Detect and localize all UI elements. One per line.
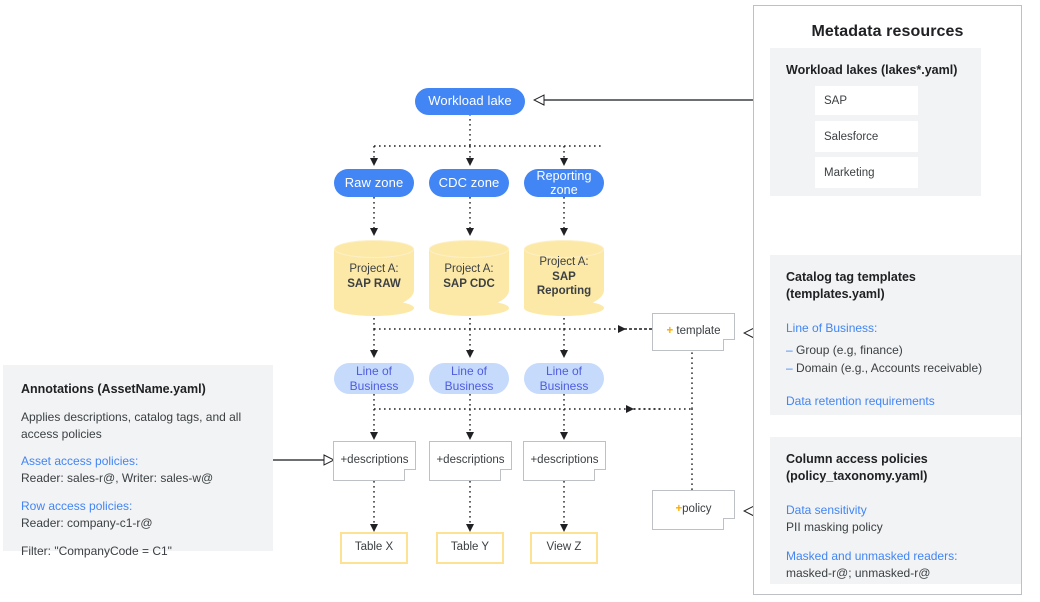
column-access-policies-title-line1: Column access policies	[786, 452, 928, 466]
workload-lake-item-salesforce[interactable]: Salesforce	[815, 121, 918, 152]
node-line-of-business-1[interactable]: Line of Business	[334, 363, 414, 394]
masked-unmasked-readers-heading: Masked and unmasked readers:	[786, 549, 958, 564]
workload-lakes-title: Workload lakes (lakes*.yaml)	[786, 63, 958, 77]
panel-column-access-policies: Column access policies (policy_taxonomy.…	[770, 437, 1021, 584]
note-add-template[interactable]: + template	[652, 313, 735, 351]
node-project-sap-cdc-label: Project A: SAP CDC	[443, 256, 495, 292]
node-raw-zone[interactable]: Raw zone	[334, 169, 414, 197]
panel-annotations-intro: Applies descriptions, catalog tags, and …	[21, 409, 242, 441]
note-add-descriptions-2[interactable]: +descriptions	[429, 441, 512, 481]
node-reporting-zone-label: Reporting zone	[536, 168, 592, 197]
panel-annotations-title: Annotations (AssetName.yaml)	[21, 382, 206, 396]
metadata-resources-heading: Metadata resources	[811, 23, 964, 40]
node-line-of-business-2-label: Line of Business	[444, 363, 494, 393]
note-add-policy-label: +policy	[675, 503, 711, 516]
line-of-business-item-group-text: Group (e.g, finance)	[796, 342, 903, 357]
row-filter-value: Filter: "CompanyCode = C1"	[21, 543, 172, 558]
asset-access-policies-value: Reader: sales-r@, Writer: sales-w@	[21, 471, 214, 486]
node-table-x-label: Table X	[354, 541, 394, 554]
node-line-of-business-1-label: Line of Business	[349, 363, 399, 393]
bullet-dash-icon: –	[786, 361, 793, 376]
line-of-business-item-group: – Group (e.g, finance)	[786, 342, 1005, 359]
row-access-policies-heading: Row access policies:	[21, 499, 133, 514]
row-access-policies-value: Reader: company-c1-r@	[21, 515, 153, 530]
node-project-sap-cdc[interactable]: Project A: SAP CDC	[429, 240, 509, 316]
node-cdc-zone-label: CDC zone	[438, 174, 500, 190]
line-of-business-item-domain: – Domain (e.g., Accounts receivable)	[786, 360, 1005, 377]
node-line-of-business-3[interactable]: Line of Business	[524, 363, 604, 394]
note-template-text: template	[673, 325, 721, 338]
node-reporting-zone[interactable]: Reporting zone	[524, 169, 604, 197]
project-line1: Project A:	[539, 255, 589, 268]
project-line2: SAP CDC	[443, 278, 495, 290]
workload-lake-item-sap-label: SAP	[824, 94, 848, 107]
cylinder-bottom	[524, 300, 604, 316]
node-project-sap-raw[interactable]: Project A: SAP RAW	[334, 240, 414, 316]
catalog-tag-templates-title-line2: (templates.yaml)	[786, 286, 885, 301]
project-line2: SAP RAW	[347, 278, 401, 290]
project-line1: Project A:	[349, 263, 399, 276]
node-project-sap-reporting[interactable]: Project A: SAP Reporting	[524, 240, 604, 316]
node-line-of-business-2[interactable]: Line of Business	[429, 363, 509, 394]
node-table-y-label: Table Y	[450, 541, 490, 554]
workload-lake-item-marketing-label: Marketing	[824, 166, 875, 179]
cylinder-bottom	[334, 300, 414, 316]
note-policy-text: policy	[682, 503, 712, 516]
note-add-descriptions-1-label: +descriptions	[340, 454, 409, 467]
diagram-canvas: Workload lake Raw zone CDC zone Reportin…	[0, 0, 1040, 602]
column-access-policies-title-line2: (policy_taxonomy.yaml)	[786, 468, 928, 483]
node-cdc-zone[interactable]: CDC zone	[429, 169, 509, 197]
cylinder-bottom	[429, 300, 509, 316]
node-table-x[interactable]: Table X	[340, 532, 408, 564]
data-sensitivity-value: PII masking policy	[786, 519, 883, 534]
line-of-business-heading: Line of Business:	[786, 320, 878, 335]
node-view-z-label: View Z	[546, 541, 582, 554]
masked-unmasked-readers-value: masked-r@; unmasked-r@	[786, 566, 931, 581]
node-table-y[interactable]: Table Y	[436, 532, 504, 564]
data-retention-requirements-heading: Data retention requirements	[786, 394, 935, 409]
bullet-dash-icon: –	[786, 342, 793, 357]
line-of-business-item-domain-text: Domain (e.g., Accounts receivable)	[796, 361, 983, 376]
node-project-sap-raw-label: Project A: SAP RAW	[347, 256, 400, 292]
note-add-descriptions-3-label: +descriptions	[530, 454, 599, 467]
note-add-descriptions-2-label: +descriptions	[436, 454, 505, 467]
workload-lake-item-salesforce-label: Salesforce	[824, 130, 879, 143]
node-workload-lake[interactable]: Workload lake	[415, 88, 525, 115]
catalog-tag-templates-title-line1: Catalog tag templates	[786, 270, 916, 284]
data-sensitivity-heading: Data sensitivity	[786, 502, 867, 517]
node-raw-zone-label: Raw zone	[344, 174, 404, 190]
project-line1: Project A:	[444, 263, 494, 276]
asset-access-policies-heading: Asset access policies:	[21, 454, 139, 469]
workload-lake-item-marketing[interactable]: Marketing	[815, 157, 918, 188]
note-add-template-label: + template	[666, 325, 720, 338]
workload-lake-item-sap[interactable]: SAP	[815, 86, 918, 115]
note-add-descriptions-1[interactable]: +descriptions	[333, 441, 416, 481]
note-add-policy[interactable]: +policy	[652, 490, 735, 530]
node-project-sap-reporting-label: Project A: SAP Reporting	[537, 249, 591, 300]
note-add-descriptions-3[interactable]: +descriptions	[523, 441, 606, 481]
node-line-of-business-3-label: Line of Business	[539, 363, 589, 393]
panel-annotations: Annotations (AssetName.yaml) Applies des…	[3, 365, 273, 558]
node-view-z[interactable]: View Z	[530, 532, 598, 564]
project-line2: SAP Reporting	[536, 270, 592, 298]
panel-catalog-tag-templates: Catalog tag templates (templates.yaml) L…	[770, 255, 1021, 415]
node-workload-lake-label: Workload lake	[428, 93, 512, 109]
